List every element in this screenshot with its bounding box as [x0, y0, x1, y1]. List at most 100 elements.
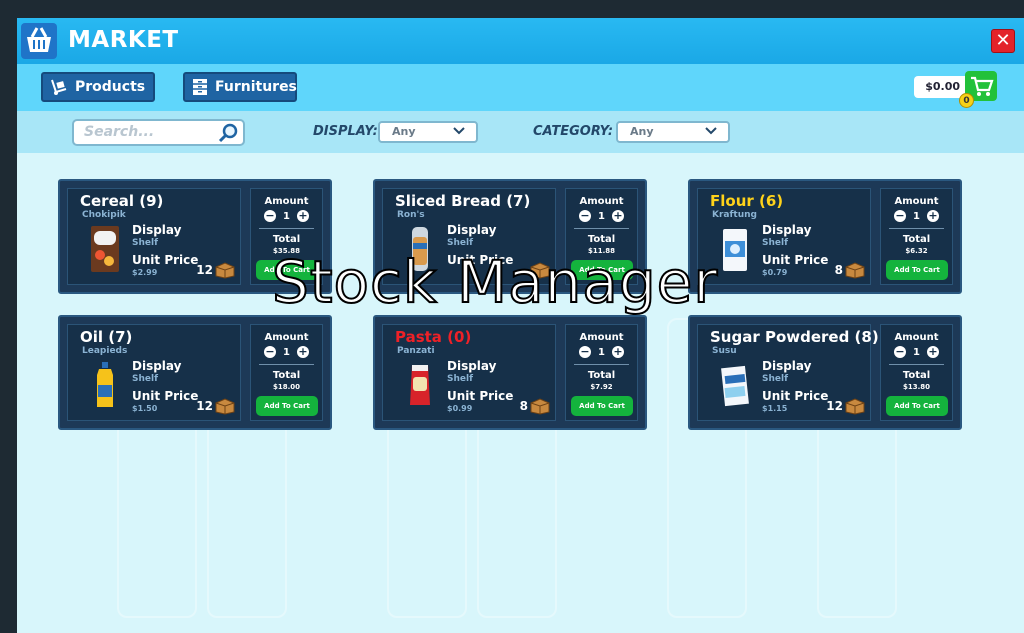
amount-label: Amount [579, 332, 624, 343]
amount-label: Amount [894, 332, 939, 343]
unit-price-label: Unit Price [447, 389, 514, 403]
amount-value: 1 [283, 346, 290, 358]
display-label: Display [447, 359, 497, 373]
add-to-cart-button[interactable]: Add To Cart [886, 260, 948, 280]
unit-price: $1.50 [132, 404, 158, 413]
minus-button[interactable]: − [579, 346, 592, 358]
plus-button[interactable]: + [926, 210, 939, 222]
basket-icon [21, 23, 57, 59]
product-info: Cereal (9) Chokipik Display Shelf Unit P… [67, 188, 241, 285]
display-type: Shelf [762, 238, 788, 248]
amount-value: 1 [283, 210, 290, 222]
display-label: Display [447, 223, 497, 237]
pasta-bag-image [410, 365, 430, 405]
tab-bar: Products Furnitures $0.00 0 [17, 64, 1024, 111]
total-value: $18.00 [272, 383, 300, 391]
drawer-icon [193, 79, 207, 95]
box-icon [530, 398, 550, 415]
tab-furnitures[interactable]: Furnitures [183, 72, 297, 102]
box-count: 8 [519, 399, 528, 413]
plus-button[interactable]: + [296, 210, 309, 222]
total-label: Total [902, 234, 931, 245]
flour-bag-image [723, 229, 747, 271]
minus-button[interactable]: − [264, 210, 277, 222]
display-label: Display [132, 223, 182, 237]
title-bar: MARKET ✕ [17, 18, 1024, 64]
divider [889, 364, 944, 365]
unit-price: $1.15 [762, 404, 788, 413]
category-filter-label: CATEGORY: [533, 124, 614, 139]
amount-value: 1 [598, 346, 605, 358]
sugar-box-image [721, 365, 749, 407]
plus-button[interactable]: + [611, 346, 624, 358]
total-label: Total [272, 234, 301, 245]
divider [574, 364, 629, 365]
minus-button[interactable]: − [894, 210, 907, 222]
product-info: Oil (7) Leapieds Display Shelf Unit Pric… [67, 324, 241, 421]
divider [259, 364, 314, 365]
product-brand: Kraftung [712, 210, 757, 220]
cereal-box-image [91, 226, 119, 272]
product-card: Pasta (0) Panzati Display Shelf Unit Pri… [373, 315, 647, 430]
product-name: Oil (7) [80, 328, 133, 346]
search-icon[interactable] [218, 123, 238, 143]
search-input[interactable]: Search... [72, 119, 245, 146]
box-stock: 12 [826, 397, 866, 415]
tab-furnitures-label: Furnitures [215, 79, 297, 95]
add-to-cart-button[interactable]: Add To Cart [256, 396, 318, 416]
amount-label: Amount [264, 332, 309, 343]
plus-button[interactable]: + [926, 346, 939, 358]
tab-products[interactable]: Products [41, 72, 155, 102]
minus-button[interactable]: − [264, 346, 277, 358]
window-title: MARKET [68, 27, 179, 53]
plus-button[interactable]: + [611, 210, 624, 222]
box-stock: 12 [196, 397, 236, 415]
box-icon [215, 398, 235, 415]
category-select[interactable]: Any [616, 121, 730, 143]
product-card: Sugar Powdered (8) Susu Display Shelf Un… [688, 315, 962, 430]
market-window: MARKET ✕ Products Furnitures $0.00 0 Sea… [17, 18, 1024, 633]
product-brand: Susu [712, 346, 737, 356]
cart-widget: 0 [959, 64, 997, 108]
divider [889, 228, 944, 229]
box-icon [845, 398, 865, 415]
add-to-cart-button[interactable]: Add To Cart [571, 396, 633, 416]
box-stock: 8 [835, 261, 866, 279]
divider [574, 228, 629, 229]
box-stock: 8 [520, 397, 551, 415]
product-brand: Leapieds [82, 346, 128, 356]
box-count: 8 [834, 263, 843, 277]
minus-button[interactable]: − [894, 346, 907, 358]
unit-price-label: Unit Price [762, 253, 829, 267]
add-to-cart-button[interactable]: Add To Cart [886, 396, 948, 416]
amount-value: 1 [913, 210, 920, 222]
product-name: Sugar Powdered (8) [710, 328, 879, 346]
product-name: Cereal (9) [80, 192, 164, 210]
total-value: $6.32 [905, 247, 928, 255]
cart-button[interactable]: 0 [959, 71, 997, 108]
product-card: Flour (6) Kraftung Display Shelf Unit Pr… [688, 179, 962, 294]
search-placeholder: Search... [84, 124, 155, 140]
total-value: $7.92 [590, 383, 613, 391]
minus-button[interactable]: − [579, 210, 592, 222]
total-value: $13.80 [902, 383, 930, 391]
amount-label: Amount [264, 196, 309, 207]
product-brand: Chokipik [82, 210, 126, 220]
unit-price: $0.99 [447, 404, 473, 413]
product-info: Flour (6) Kraftung Display Shelf Unit Pr… [697, 188, 871, 285]
plus-button[interactable]: + [296, 346, 309, 358]
display-label: Display [762, 223, 812, 237]
close-button[interactable]: ✕ [991, 29, 1015, 53]
order-panel: Amount − 1 + Total $6.32 Add To Cart [880, 188, 953, 285]
unit-price-label: Unit Price [132, 253, 199, 267]
box-stock: 12 [196, 261, 236, 279]
total-label: Total [587, 234, 616, 245]
product-info: Pasta (0) Panzati Display Shelf Unit Pri… [382, 324, 556, 421]
overlay-caption: Stock Manager [271, 247, 719, 317]
product-brand: Ron's [397, 210, 425, 220]
box-count: 12 [196, 399, 213, 413]
display-select[interactable]: Any [378, 121, 478, 143]
product-name: Flour (6) [710, 192, 784, 210]
chevron-down-icon [705, 127, 717, 135]
total-label: Total [902, 370, 931, 381]
